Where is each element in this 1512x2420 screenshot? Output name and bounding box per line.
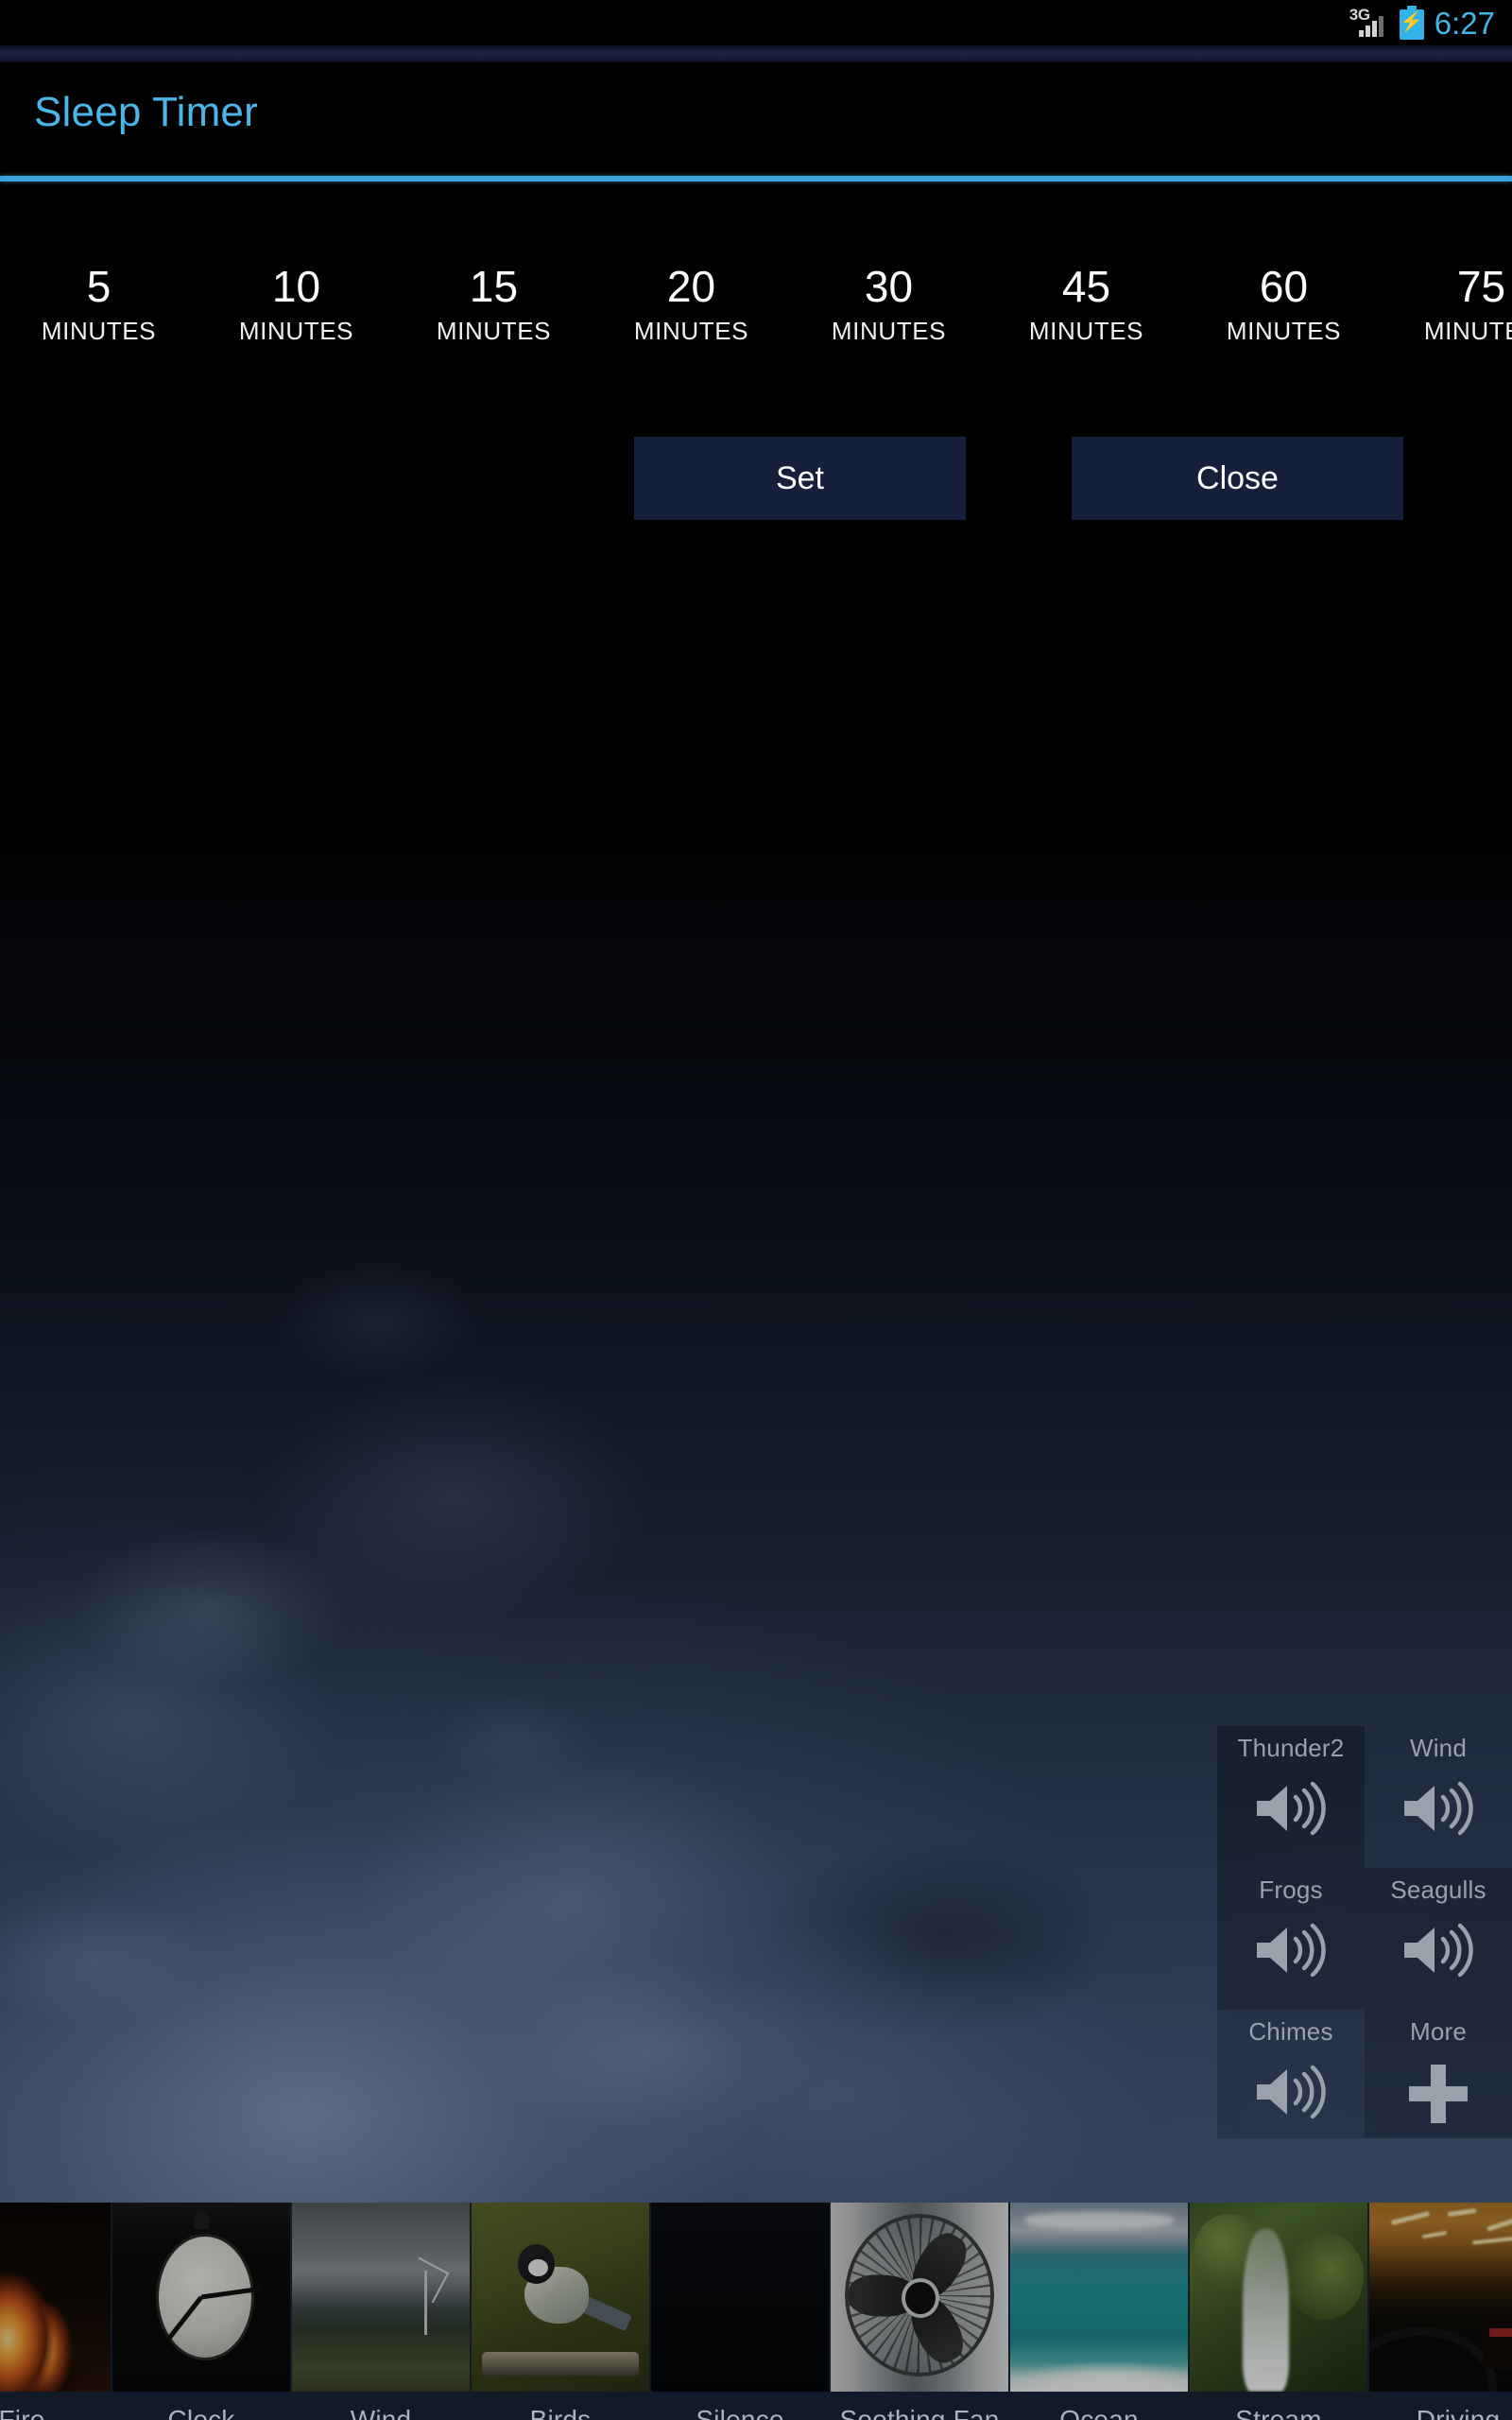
status-bar-clock: 6:27 [1434,5,1495,41]
signal-strength-bars [1358,16,1383,37]
timer-option-unit: MINUTES [1226,317,1342,345]
scene-thumbnail-label: Wind [350,2405,412,2420]
scene-thumbnail-fire[interactable]: Fire [0,2203,112,2420]
timer-option-75-minutes[interactable]: 75 MINUTES [1383,251,1512,346]
timer-option-15-minutes[interactable]: 15 MINUTES [395,251,593,346]
scene-thumbnail-label: Driving [1416,2405,1501,2420]
title-bar: Sleep Timer [0,62,1512,182]
scene-thumbnail-silence[interactable]: Silence [650,2203,830,2420]
sound-tile-label: More [1409,2017,1468,2046]
app-screen: 3G ⚡ 6:27 Sleep Timer 5 MINUTES 10 MINUTES 1… [0,0,1512,2420]
scene-thumbnail-label: Soothing Fan [839,2405,1000,2420]
scene-thumbnail-ocean[interactable]: Ocean [1009,2203,1189,2420]
timer-option-10-minutes[interactable]: 10 MINUTES [198,251,395,346]
scene-thumbnail-image [112,2203,290,2392]
sound-tile-label: Frogs [1259,1876,1323,1904]
title-bar-divider [0,176,1512,182]
timer-option-value: 60 [1259,262,1309,311]
speaker-icon [1395,1921,1482,1979]
scene-thumbnail-birds[interactable]: Birds [471,2203,650,2420]
speaker-icon [1395,1779,1482,1838]
scene-thumbnail-image [1190,2203,1367,2392]
sound-tile-frogs[interactable]: Frogs [1217,1868,1365,2010]
sound-tile-more[interactable]: More [1365,2010,1512,2138]
sound-tile-wind[interactable]: Wind [1365,1726,1512,1868]
timer-option-unit: MINUTES [633,317,749,345]
sound-tile-seagulls[interactable]: Seagulls [1365,1868,1512,2010]
timer-option-value: 5 [86,262,112,311]
set-button[interactable]: Set [634,437,966,520]
scene-thumbnail-soothing-fan[interactable]: Soothing Fan [830,2203,1009,2420]
scene-thumbnail-image [292,2203,470,2392]
scene-thumbnail-image [472,2203,649,2392]
sound-tile-label: Chimes [1248,2017,1333,2046]
sound-tile-label: Wind [1409,1734,1468,1762]
scene-thumbnail-label: Fire [0,2405,45,2420]
scene-thumbnail-image [1010,2203,1188,2392]
title-bar-gradient-band [0,45,1512,62]
timer-option-unit: MINUTES [1423,317,1512,345]
timer-option-30-minutes[interactable]: 30 MINUTES [790,251,988,346]
scene-thumbnail-image [651,2203,829,2392]
sound-tile-chimes[interactable]: Chimes [1217,2010,1365,2138]
scene-thumbnail-driving[interactable]: Driving [1368,2203,1512,2420]
timer-option-unit: MINUTES [831,317,947,345]
timer-option-unit: MINUTES [41,317,157,345]
signal-bars-icon: 3G [1349,6,1389,39]
timer-option-unit: MINUTES [436,317,552,345]
scene-thumbnail-label: Silence [696,2405,784,2420]
battery-charging-icon: ⚡ [1399,6,1424,40]
timer-option-value: 15 [469,262,519,311]
scene-thumbnail-strip[interactable]: Fire Clock Wind Birds Silence Soothing Fan Oce… [0,2203,1512,2420]
speaker-icon [1247,1779,1334,1838]
scene-thumbnail-stream[interactable]: Stream [1189,2203,1368,2420]
sound-tile-thunder2[interactable]: Thunder2 [1217,1726,1365,1868]
status-bar: 3G ⚡ 6:27 [0,0,1512,45]
close-button[interactable]: Close [1072,437,1403,520]
scene-thumbnail-image [831,2203,1008,2392]
sound-tile-label: Seagulls [1390,1876,1486,1904]
plus-icon [1409,2065,1468,2123]
sound-tile-label: Thunder2 [1237,1734,1345,1762]
status-bar-right-cluster: 3G ⚡ 6:27 [1349,0,1495,45]
timer-options-row[interactable]: 5 MINUTES 10 MINUTES 15 MINUTES 20 MINUTES 30 MIN… [0,251,1512,365]
scene-thumbnail-track: Fire Clock Wind Birds Silence Soothing Fan Oce… [0,2203,1512,2420]
scene-thumbnail-label: Birds [529,2405,592,2420]
timer-option-unit: MINUTES [1028,317,1144,345]
speaker-icon [1247,1921,1334,1979]
scene-thumbnail-clock[interactable]: Clock [112,2203,291,2420]
timer-option-20-minutes[interactable]: 20 MINUTES [593,251,790,346]
timer-option-value: 75 [1456,262,1506,311]
page-title: Sleep Timer [34,89,258,135]
timer-option-60-minutes[interactable]: 60 MINUTES [1185,251,1383,346]
timer-option-5-minutes[interactable]: 5 MINUTES [0,251,198,346]
timer-option-45-minutes[interactable]: 45 MINUTES [988,251,1185,346]
scene-thumbnail-image [1369,2203,1512,2392]
scene-thumbnail-image [0,2203,111,2392]
scene-thumbnail-wind[interactable]: Wind [291,2203,471,2420]
sound-mixer-panel: Thunder2 Wind Frogs Seagulls Chimes More [1217,1726,1512,2138]
scene-thumbnail-label: Stream [1235,2405,1322,2420]
timer-option-value: 10 [271,262,321,311]
dialog-button-bar: Set Close [0,437,1512,522]
timer-option-unit: MINUTES [238,317,354,345]
timer-option-value: 45 [1061,262,1111,311]
timer-option-value: 30 [864,262,914,311]
timer-option-value: 20 [666,262,716,311]
scene-thumbnail-label: Clock [167,2405,235,2420]
speaker-icon [1247,2063,1334,2121]
scene-thumbnail-label: Ocean [1059,2405,1139,2420]
